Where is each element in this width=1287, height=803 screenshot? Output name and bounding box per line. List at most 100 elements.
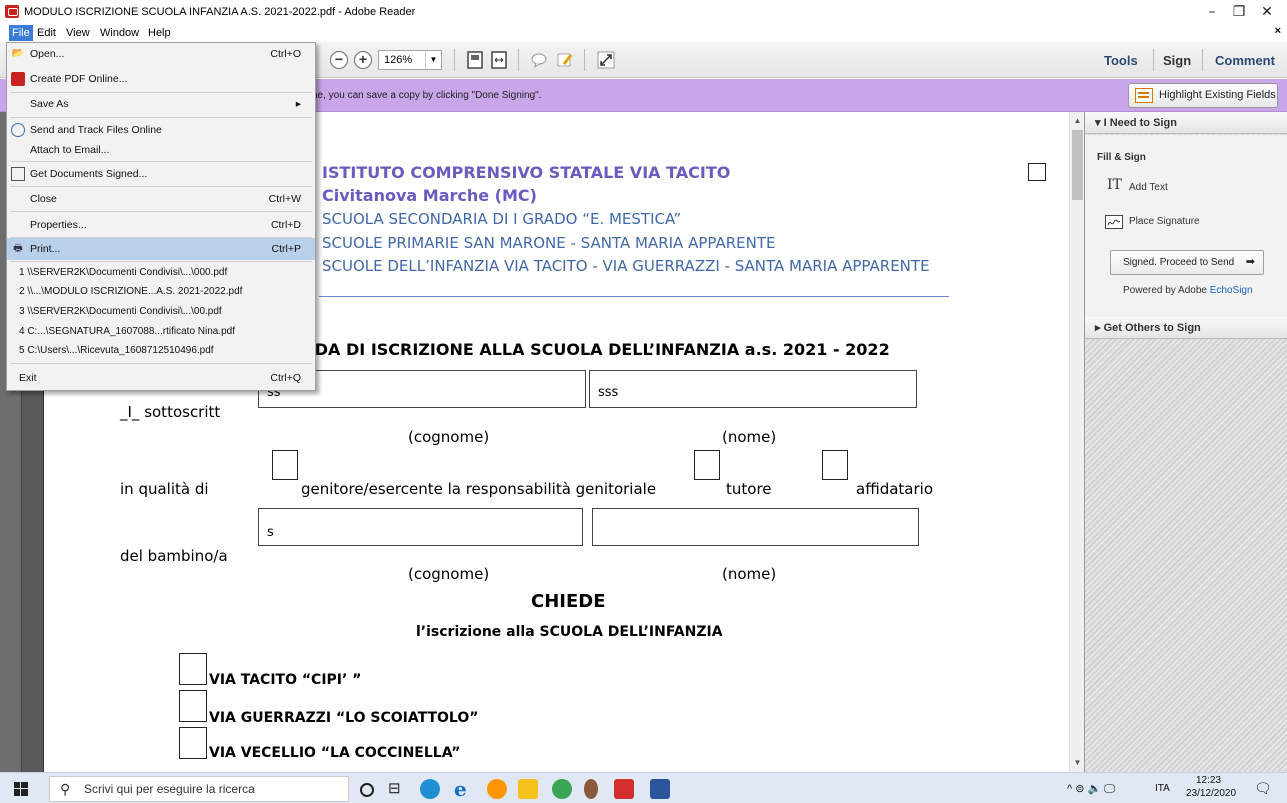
tray-icons[interactable]: ^ ⊜ 🔈 🖵 (1067, 782, 1115, 796)
menu-item-attach-email[interactable]: Attach to Email... (7, 139, 315, 161)
menu-item-send-track[interactable]: Send and Track Files Online (7, 119, 315, 141)
menu-item-properties[interactable]: Properties... Ctrl+D (7, 214, 315, 236)
toolbar-divider (1153, 49, 1154, 71)
menu-item-close[interactable]: Close Ctrl+W (7, 188, 315, 210)
menu-item-save-as[interactable]: Save As ▸ (7, 93, 315, 115)
task-view-icon[interactable]: ⊟ (388, 779, 408, 799)
file-menu: 📂 Open... Ctrl+O Create PDF Online... Sav… (6, 42, 316, 391)
bambino-label: del bambino/a (120, 547, 228, 565)
fit-width-icon[interactable] (490, 51, 508, 69)
internet-explorer-icon[interactable]: e (454, 779, 474, 799)
tutore-checkbox[interactable] (694, 450, 720, 480)
highlight-fields-button[interactable]: Highlight Existing Fields (1128, 83, 1278, 108)
menu-item-create-pdf[interactable]: Create PDF Online... (7, 68, 315, 90)
restore-button[interactable]: ❐ (1224, 2, 1254, 22)
zoom-select[interactable]: 126% ▼ (378, 50, 442, 70)
add-text-button[interactable]: Add Text (1129, 182, 1168, 193)
word-icon[interactable] (650, 779, 670, 799)
via-guerrazzi-checkbox[interactable] (179, 690, 207, 722)
via-vecellio-checkbox[interactable] (179, 727, 207, 759)
recent-file-4[interactable]: 4 C:...\SEGNATURA_1607088...rtificato Ni… (7, 322, 315, 341)
recent-file-1[interactable]: 1 \\SERVER2K\Documenti Condivisi\...\000… (7, 263, 315, 282)
vertical-scrollbar[interactable]: ▲ ▼ (1069, 112, 1084, 772)
echosign-link[interactable]: EchoSign (1210, 285, 1253, 296)
scroll-thumb[interactable] (1072, 130, 1083, 200)
file-explorer-icon[interactable] (518, 779, 538, 799)
scroll-up-icon[interactable]: ▲ (1070, 114, 1085, 128)
notification-icon[interactable]: 🗨 (1254, 780, 1272, 797)
language-indicator[interactable]: ITA (1155, 783, 1170, 794)
menu-divider (10, 261, 312, 262)
arrow-right-icon: ➡ (1245, 256, 1255, 268)
folder-open-icon: 📂 (11, 48, 25, 59)
school-line-infancy: SCUOLE DELL’INFANZIA VIA TACITO - VIA GU… (322, 257, 930, 275)
highlight-text-icon[interactable] (556, 51, 574, 69)
menu-window[interactable]: Window (97, 25, 142, 41)
cognome-field-2[interactable]: s (258, 508, 583, 546)
affidatario-checkbox[interactable] (822, 450, 848, 480)
app-icon[interactable] (584, 779, 598, 799)
chrome-icon[interactable] (552, 779, 572, 799)
genitore-label: genitore/esercente la responsabilità gen… (301, 480, 657, 498)
adobe-reader-icon (5, 5, 19, 18)
comment-icon[interactable] (530, 51, 548, 69)
via-tacito-label: VIA TACITO “CIPI’ ” (209, 672, 362, 688)
menu-item-exit[interactable]: Exit Ctrl+Q (7, 367, 315, 389)
signing-message: ne, you can save a copy by clicking "Don… (312, 90, 542, 101)
edge-icon[interactable] (420, 779, 440, 799)
windows-start-icon[interactable] (14, 782, 28, 796)
close-button[interactable]: ✕ (1252, 2, 1282, 22)
title-bar: MODULO ISCRIZIONE SCUOLA INFANZIA A.S. 2… (0, 0, 1287, 24)
menu-item-print[interactable]: 🖶 Print... Ctrl+P (7, 238, 315, 260)
header-checkbox[interactable] (1028, 163, 1046, 181)
scroll-down-icon[interactable]: ▼ (1070, 756, 1085, 770)
printer-icon: 🖶 (13, 243, 23, 254)
menu-help[interactable]: Help (145, 25, 174, 41)
menu-item-get-signed[interactable]: Get Documents Signed... (7, 163, 315, 185)
full-screen-icon[interactable] (597, 51, 615, 69)
signed-proceed-button[interactable]: Signed. Proceed to Send ➡ (1110, 250, 1264, 275)
close-document-icon[interactable]: × (1275, 25, 1281, 37)
adobe-reader-taskbar-icon[interactable] (614, 779, 634, 799)
sign-link[interactable]: Sign (1163, 53, 1191, 68)
cortana-icon[interactable] (360, 783, 374, 797)
zoom-value: 126% (384, 54, 413, 66)
zoom-out-icon[interactable]: − (330, 51, 348, 69)
tools-link[interactable]: Tools (1104, 53, 1138, 68)
fit-page-icon[interactable] (466, 51, 484, 69)
chevron-down-icon[interactable]: ▼ (425, 51, 441, 69)
firefox-icon[interactable] (487, 779, 507, 799)
nome-field-2[interactable] (592, 508, 919, 546)
clock-date[interactable]: 23/12/2020 (1186, 788, 1236, 799)
menu-item-open[interactable]: 📂 Open... Ctrl+O (7, 43, 315, 65)
menu-edit[interactable]: Edit (34, 25, 59, 41)
tutore-label: tutore (726, 480, 772, 498)
send-track-icon (11, 123, 25, 137)
comment-link[interactable]: Comment (1215, 53, 1275, 68)
toolbar-divider (584, 49, 585, 71)
taskbar: ⚲ Scrivi qui per eseguire la ricerca ⊟ e… (0, 772, 1287, 803)
clock-time[interactable]: 12:23 (1196, 775, 1221, 786)
recent-file-5[interactable]: 5 C:\Users\...\Ricevuta_1608712510496.pd… (7, 341, 315, 360)
zoom-in-icon[interactable]: + (354, 51, 372, 69)
create-pdf-icon (11, 72, 25, 86)
menu-bar: File Edit View Window Help × (0, 24, 1287, 42)
nome-field-1[interactable]: sss (589, 370, 917, 408)
menu-file[interactable]: File (9, 25, 33, 41)
menu-divider (10, 117, 312, 118)
place-signature-button[interactable]: Place Signature (1129, 216, 1200, 227)
genitore-checkbox[interactable] (272, 450, 298, 480)
highlight-fields-label: Highlight Existing Fields (1159, 89, 1276, 101)
nome-label-2: (nome) (722, 565, 777, 583)
add-text-icon: IT (1107, 177, 1122, 193)
need-to-sign-header[interactable]: ▾ I Need to Sign (1085, 112, 1287, 134)
recent-file-2[interactable]: 2 \\...\MODULO ISCRIZIONE...A.S. 2021-20… (7, 282, 315, 301)
signature-icon (11, 167, 25, 181)
minimize-button[interactable]: – (1197, 2, 1227, 22)
recent-file-3[interactable]: 3 \\SERVER2K\Documenti Condivisi\...\00.… (7, 302, 315, 321)
via-tacito-checkbox[interactable] (179, 653, 207, 685)
menu-view[interactable]: View (63, 25, 93, 41)
taskbar-search[interactable]: ⚲ Scrivi qui per eseguire la ricerca (49, 776, 349, 802)
get-others-to-sign-header[interactable]: ▸ Get Others to Sign (1085, 317, 1287, 339)
cognome-label: (cognome) (408, 428, 490, 446)
